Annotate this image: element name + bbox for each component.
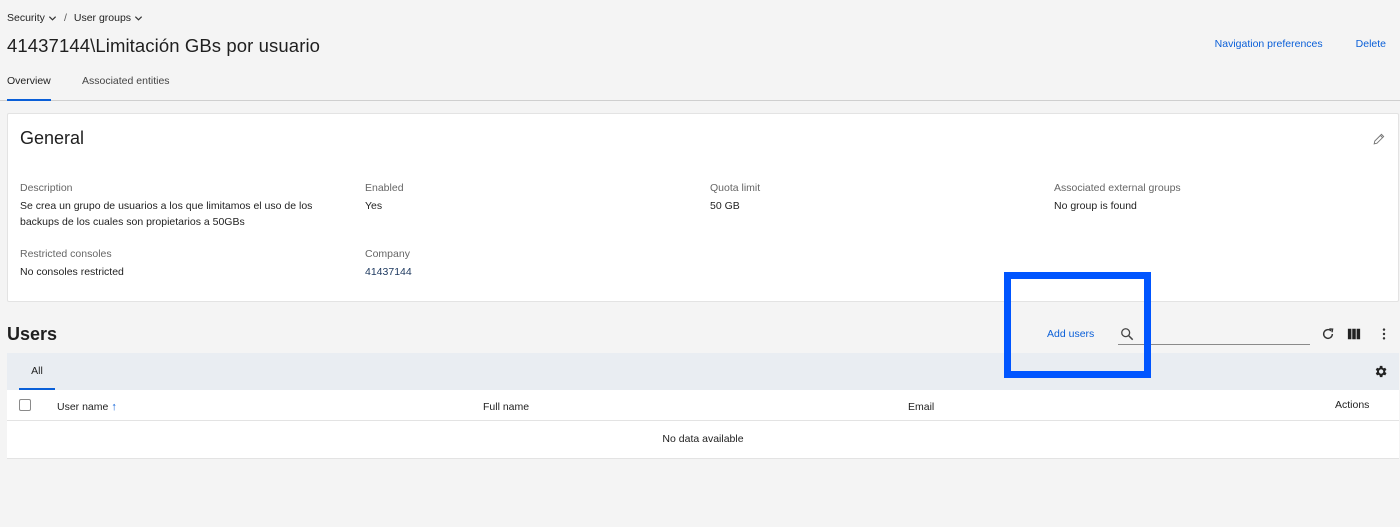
navigation-preferences-link[interactable]: Navigation preferences (1215, 38, 1323, 50)
quota-limit-value: 50 GB (710, 200, 740, 212)
breadcrumb-security-label: Security (7, 12, 45, 24)
filter-tab-all[interactable]: All (19, 353, 55, 390)
field-enabled: Enabled Yes (365, 182, 404, 214)
breadcrumb-separator: / (63, 12, 67, 24)
empty-state: No data available (662, 433, 744, 445)
delete-link[interactable]: Delete (1356, 38, 1386, 50)
associated-external-groups-value: No group is found (1054, 200, 1137, 212)
refresh-icon[interactable] (1321, 327, 1335, 341)
tab-overview[interactable]: Overview (7, 75, 51, 101)
restricted-consoles-value: No consoles restricted (20, 266, 124, 278)
sort-ascending-icon: ↑ (111, 401, 117, 413)
filter-bar: All (7, 353, 1399, 390)
breadcrumb-security[interactable]: Security (7, 12, 57, 24)
enabled-label: Enabled (365, 182, 404, 194)
users-toolbar: Add users (0, 324, 1400, 346)
description-value: Se crea un grupo de usuarios a los que l… (20, 200, 313, 228)
enabled-value: Yes (365, 200, 383, 212)
company-link[interactable]: 41437144 (365, 264, 412, 280)
chevron-down-icon (134, 15, 143, 21)
field-quota-limit: Quota limit 50 GB (710, 182, 760, 214)
select-all-checkbox[interactable] (19, 399, 31, 411)
gear-icon[interactable] (1373, 364, 1388, 379)
chevron-down-icon (48, 15, 57, 21)
description-label: Description (20, 182, 73, 194)
general-title: General (20, 128, 85, 148)
general-card: General Description Se crea un grupo de … (7, 113, 1399, 302)
tab-bar: Overview Associated entities (0, 65, 1400, 101)
field-company: Company 41437144 (365, 248, 412, 280)
columns-icon[interactable] (1347, 327, 1361, 341)
column-user-name[interactable]: User name ↑ (57, 401, 117, 413)
company-label: Company (365, 248, 410, 260)
column-full-name[interactable]: Full name (483, 401, 529, 413)
add-users-button[interactable]: Add users (1047, 328, 1094, 340)
top-actions: Navigation preferences Delete (1215, 38, 1386, 50)
quota-limit-label: Quota limit (710, 182, 761, 194)
search-box (1118, 324, 1310, 345)
tab-associated-entities[interactable]: Associated entities (82, 75, 170, 99)
breadcrumb-user-groups-label: User groups (73, 12, 132, 24)
field-associated-external-groups: Associated external groups No group is f… (1054, 182, 1181, 214)
breadcrumb-user-groups[interactable]: User groups (74, 12, 143, 24)
search-input[interactable] (1140, 324, 1308, 344)
more-vertical-icon[interactable] (1377, 327, 1391, 341)
associated-external-groups-label: Associated external groups (1054, 182, 1181, 194)
pencil-icon[interactable] (1372, 132, 1386, 146)
restricted-consoles-label: Restricted consoles (20, 248, 112, 260)
search-icon (1121, 328, 1134, 341)
column-email[interactable]: Email (908, 401, 934, 413)
users-table: User name ↑ Full name Email Actions No da… (7, 390, 1399, 459)
page-title: 41437144\Limitación GBs por usuario (7, 35, 321, 56)
field-restricted-consoles: Restricted consoles No consoles restrict… (20, 248, 124, 280)
column-actions: Actions (1335, 399, 1370, 411)
column-user-name-label: User name (57, 401, 109, 413)
breadcrumb: Security / User groups (7, 12, 143, 24)
table-header: User name ↑ Full name Email Actions (7, 390, 1399, 421)
field-description: Description Se crea un grupo de usuarios… (20, 182, 340, 230)
